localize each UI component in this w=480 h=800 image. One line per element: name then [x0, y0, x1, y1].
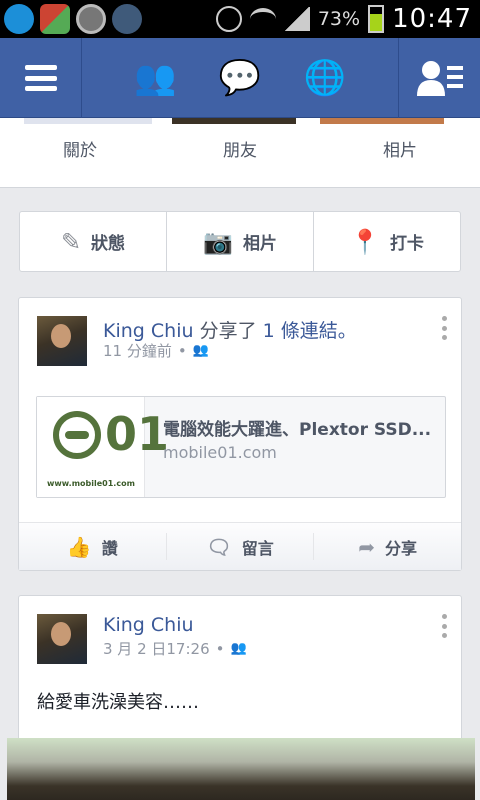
post-text: 給愛車洗澡美容…… [37, 692, 199, 713]
author-name[interactable]: King Chiu [103, 320, 194, 342]
tab-about[interactable]: 關於 [0, 136, 160, 161]
link-domain: mobile01.com [163, 443, 277, 462]
like-button[interactable]: 👍 讚 [19, 533, 167, 560]
wifi-icon [249, 8, 276, 30]
audience-friends-icon: 👥 [230, 641, 247, 656]
profile-tabs: 關於 朋友 相片 [0, 118, 480, 188]
alarm-icon [215, 6, 242, 32]
mobile01-logo-icon [53, 411, 101, 459]
story-options-icon[interactable] [441, 316, 447, 340]
logo-url: www.mobile01.com [47, 479, 135, 488]
like-label: 讚 [101, 538, 118, 558]
top-navbar: 👥 💬 🌐 [0, 38, 480, 118]
story-meta: 3 月 2 日17:26 • 👥 [103, 638, 247, 659]
camera-icon: 📷 [203, 227, 233, 256]
story-actions: 👍 讚 🗨 留言 ➦ 分享 [19, 522, 461, 570]
gallery-notification-icon [40, 4, 70, 34]
friend-requests-icon[interactable]: 👥 [134, 61, 176, 95]
story-timestamp[interactable]: 11 分鐘前 [103, 340, 172, 361]
menu-button[interactable] [0, 38, 82, 118]
system-tray: 73% 10:47 [215, 2, 472, 36]
story-header: King Chiu 分享了 1 條連結。 [103, 316, 357, 343]
browser-notification-icon [112, 4, 142, 34]
photo-label: 相片 [242, 234, 277, 254]
status-button[interactable]: ✎ 狀態 [20, 212, 167, 271]
status-label: 狀態 [91, 234, 126, 254]
friends-thumb [172, 118, 296, 124]
audience-friends-icon: 👥 [192, 343, 209, 358]
share-arrow-icon: ➦ [358, 534, 376, 559]
tab-friends[interactable]: 朋友 [160, 136, 320, 161]
checkin-label: 打卡 [389, 234, 424, 254]
tab-photos[interactable]: 相片 [320, 136, 480, 161]
photo-button[interactable]: 📷 相片 [167, 212, 314, 271]
avatar[interactable] [37, 316, 87, 366]
battery-icon [368, 5, 385, 33]
story-card: King Chiu 3 月 2 日17:26 • 👥 給愛車洗澡美容…… [7, 595, 475, 800]
story-header: King Chiu [103, 614, 194, 636]
photos-thumb [320, 118, 444, 124]
share-label: 分享 [385, 538, 418, 558]
story-object-link[interactable]: 1 條連結。 [263, 320, 357, 342]
avatar[interactable] [37, 614, 87, 664]
menu-icon [24, 65, 57, 91]
about-thumb [24, 118, 152, 124]
author-name[interactable]: King Chiu [103, 614, 194, 636]
signal-icon [283, 7, 310, 31]
checkin-button[interactable]: 📍 打卡 [314, 212, 460, 271]
story-options-icon[interactable] [441, 614, 447, 638]
link-title: 電腦效能大躍進、Plextor SSD... [163, 420, 432, 440]
notifications-globe-icon[interactable]: 🌐 [303, 61, 345, 95]
clock: 10:47 [392, 4, 472, 34]
edit-icon: ✎ [60, 227, 82, 256]
story-timestamp[interactable]: 3 月 2 日17:26 [103, 638, 210, 659]
contacts-button[interactable] [398, 38, 480, 118]
logo-digits: 01 [105, 407, 170, 461]
battery-percent: 73% [317, 8, 361, 30]
link-thumbnail: 01 www.mobile01.com [37, 397, 169, 497]
location-pin-icon: 📍 [350, 227, 380, 256]
composer-bar: ✎ 狀態 📷 相片 📍 打卡 [19, 211, 461, 272]
separator-dot: • [177, 341, 187, 360]
share-button[interactable]: ➦ 分享 [314, 533, 461, 560]
notification-icons [4, 4, 142, 34]
separator-dot: • [215, 639, 225, 658]
comment-label: 留言 [241, 538, 274, 558]
nav-jewels: 👥 💬 🌐 [83, 38, 397, 118]
story-card: King Chiu 分享了 1 條連結。 11 分鐘前 • 👥 01 www.m… [18, 297, 462, 571]
messages-icon[interactable]: 💬 [219, 61, 261, 95]
status-bar: 73% 10:47 [0, 0, 480, 38]
story-verb: 分享了 [199, 320, 257, 342]
comment-button[interactable]: 🗨 留言 [167, 533, 315, 560]
post-photo[interactable] [7, 738, 475, 800]
story-meta: 11 分鐘前 • 👥 [103, 340, 209, 361]
link-attachment[interactable]: 01 www.mobile01.com 電腦效能大躍進、Plextor SSD.… [36, 396, 446, 498]
contacts-icon [416, 61, 463, 96]
camera-notification-icon [76, 4, 106, 34]
comment-icon: 🗨 [206, 534, 232, 559]
thumbs-up-icon: 👍 [66, 534, 92, 559]
app-notification-icon [4, 4, 34, 34]
